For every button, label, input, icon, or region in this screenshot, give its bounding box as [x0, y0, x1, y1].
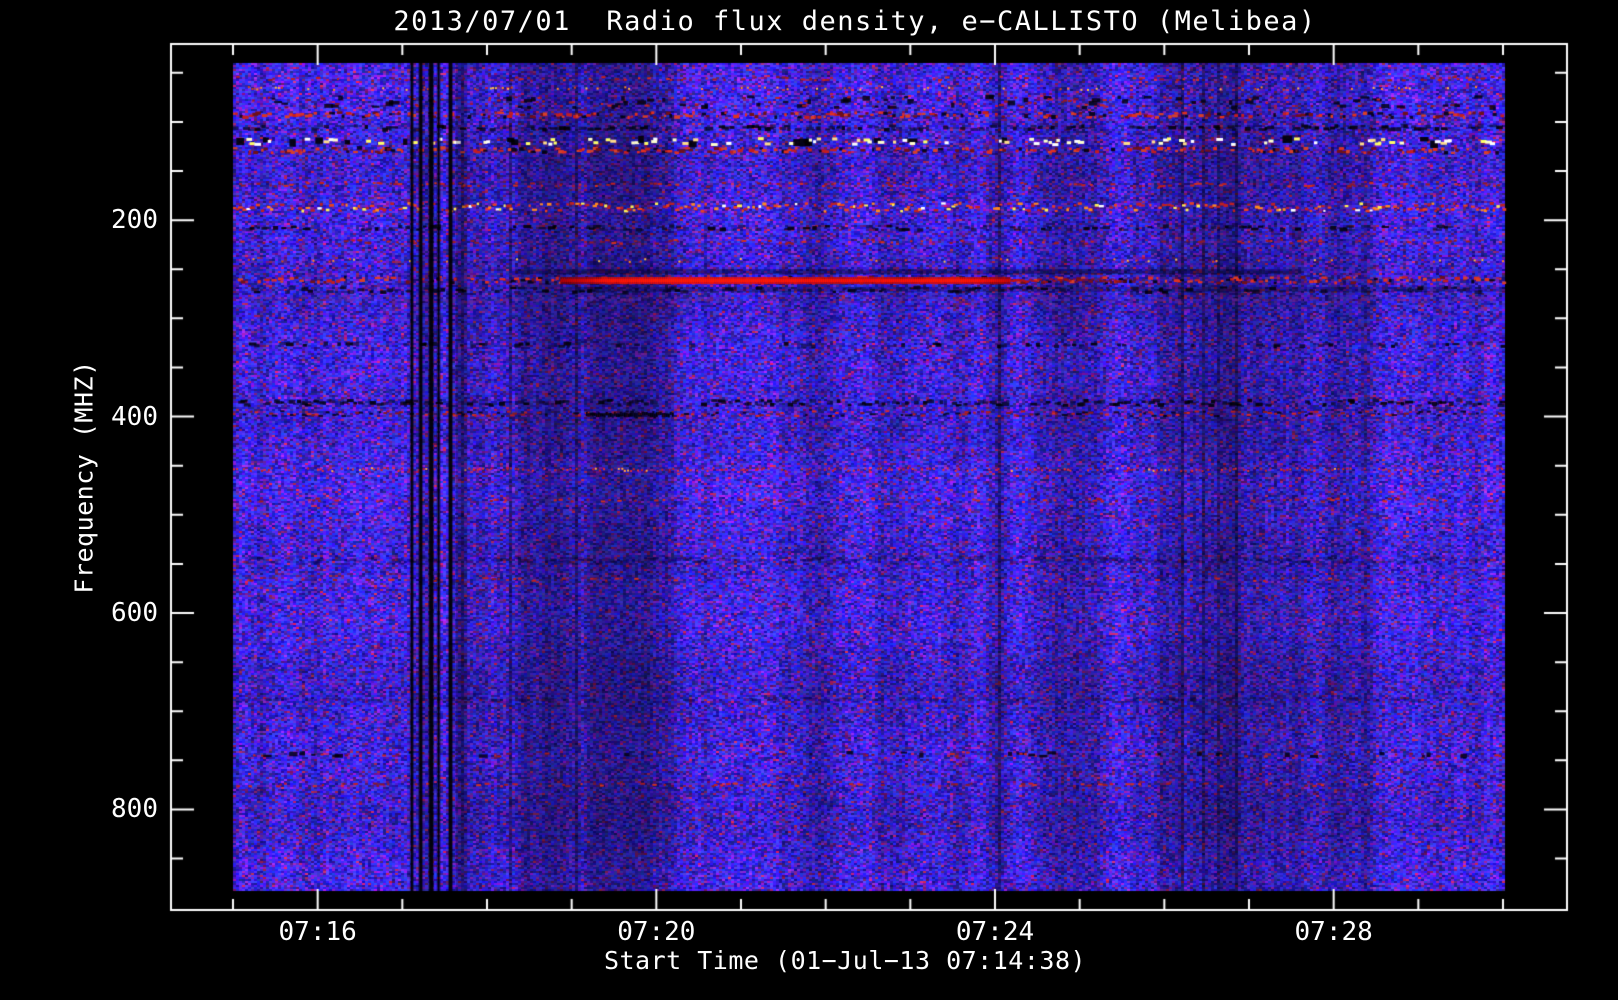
x-tick-label-0728: 07:28	[1294, 917, 1373, 947]
y-tick-label-800: 800	[111, 794, 158, 825]
x-tick-label-0716: 07:16	[278, 917, 357, 947]
y-tick-label-200: 200	[111, 205, 158, 236]
x-axis-label: Start Time (01−Jul−13 07:14:38)	[603, 946, 1087, 975]
chart-title: 2013/07/01 Radio flux density, e−CALLIST…	[393, 6, 1317, 37]
y-axis-label: Frequency (MHZ)	[69, 360, 99, 594]
x-tick-label-0724: 07:24	[955, 917, 1035, 947]
spectrogram-canvas	[0, 0, 1618, 1000]
x-tick-label-0720: 07:20	[617, 917, 696, 947]
spectrogram-page: 2013/07/01 Radio flux density, e−CALLIST…	[0, 0, 1618, 1000]
y-tick-label-600: 600	[111, 598, 158, 629]
y-tick-label-400: 400	[111, 401, 158, 432]
